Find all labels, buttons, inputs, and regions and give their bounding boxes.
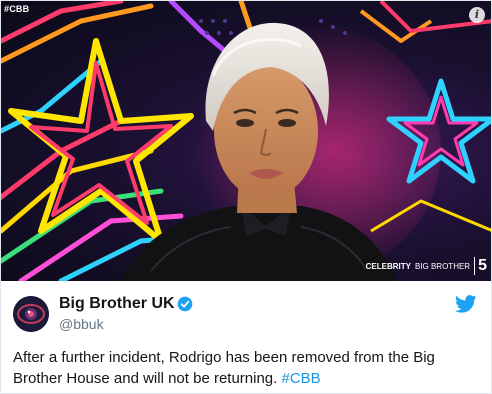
avatar[interactable]: [13, 296, 49, 332]
verified-badge-icon: [177, 296, 193, 312]
neon-background-graphic: [1, 1, 491, 281]
channel-number: 5: [474, 257, 487, 275]
media-hashtag-overlay: #CBB: [4, 4, 30, 14]
tweet-media-image[interactable]: #CBB i CELEBRITY BIG BROTHER 5: [1, 1, 491, 281]
tweet-header: Big Brother UK @bbuk: [1, 281, 491, 343]
hashtag-link[interactable]: #CBB: [282, 370, 321, 387]
info-icon[interactable]: i: [469, 7, 485, 23]
eye-logo-avatar-icon: [13, 296, 49, 332]
tweet-text: After a further incident, Rodrigo has be…: [13, 347, 483, 389]
channel-brand-light: BIG BROTHER: [414, 261, 471, 271]
tweet-body-text: After a further incident, Rodrigo has be…: [13, 349, 435, 387]
user-handle[interactable]: @bbuk: [59, 316, 104, 332]
channel-brand-bold: CELEBRITY: [365, 261, 411, 271]
channel-branding: CELEBRITY BIG BROTHER 5: [366, 257, 487, 275]
display-name[interactable]: Big Brother UK: [59, 295, 175, 313]
tweet-card: #CBB i CELEBRITY BIG BROTHER 5 Big Broth…: [0, 0, 492, 394]
twitter-bird-icon[interactable]: [455, 295, 477, 313]
